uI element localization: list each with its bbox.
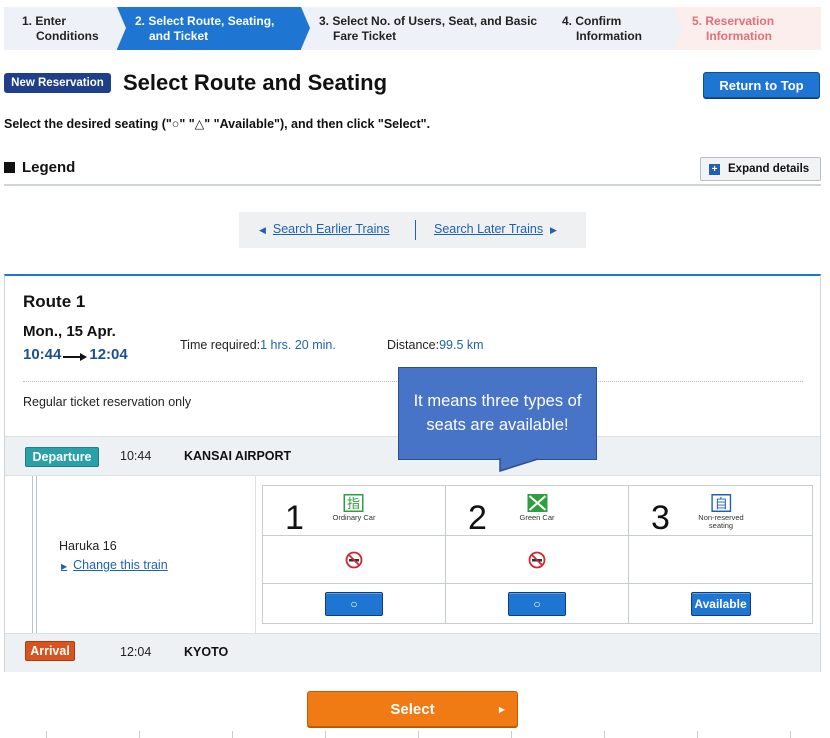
triangle-left-icon: ◀ [259, 225, 266, 235]
step-label: and Ticket [149, 28, 209, 43]
page-title: Select Route and Seating [123, 70, 388, 95]
search-later-label: Search Later Trains [434, 222, 544, 236]
arrive-time: 12:04 [89, 346, 128, 363]
departure-station: KANSAI AIRPORT [184, 449, 292, 463]
time-required-label: Time required: [180, 338, 261, 352]
non-reserved-available-button[interactable]: Available [690, 591, 751, 616]
bottom-edge [0, 731, 830, 738]
route-times: 10:44 12:04 [23, 346, 128, 363]
step-label: Information [706, 28, 772, 43]
no-smoking-icon [345, 551, 363, 568]
car-type-label: Green Car [519, 513, 555, 522]
plus-icon: + [709, 163, 720, 175]
nav-divider [415, 220, 416, 240]
arrival-tag: Arrival [25, 641, 75, 661]
instruction-text: Select the desired seating ("○" "△" "Ava… [4, 117, 431, 131]
step-enter-conditions: 1. Enter Conditions [4, 7, 126, 50]
annotation-callout: It means three types of seats are availa… [398, 367, 597, 460]
step-label: 1. Enter [22, 13, 67, 28]
step-confirm: 4. Confirm Information [544, 7, 683, 50]
search-earlier-link[interactable]: ◀ Search Earlier Trains [259, 222, 390, 236]
route-line [32, 476, 33, 633]
seat-type-number: 3 [651, 499, 670, 537]
step-label: Conditions [36, 28, 99, 43]
non-reserved-seat-icon: 自 [711, 494, 731, 512]
new-reservation-badge: New Reservation [4, 73, 111, 93]
arrow-right-icon [63, 352, 88, 362]
step-reservation-info: 5. Reservation Information [674, 7, 821, 50]
smoking-cell [263, 536, 446, 584]
depart-time: 10:44 [23, 346, 62, 363]
seat-type-number: 2 [468, 499, 487, 537]
select-button[interactable]: Select ▶ [307, 691, 518, 727]
return-to-top-button[interactable]: Return to Top [703, 72, 820, 98]
time-required-value: 1 hrs. 20 min. [260, 338, 336, 352]
expand-details-label: Expand details [728, 163, 810, 175]
step-label: Fare Ticket [333, 28, 397, 43]
legend-title: Legend [22, 159, 76, 176]
step-label: 3. Select No. of Users, Seat, and Basic [319, 13, 538, 28]
step-label: 5. Reservation [692, 13, 775, 28]
seat-availability-table: 1 指 Ordinary Car 2 Green Car 3 自 Non-res… [262, 485, 813, 624]
step-label: 4. Confirm [562, 13, 622, 28]
smoking-cell [446, 536, 629, 584]
change-train-link[interactable]: ▶ Change this train [61, 558, 168, 572]
train-search-nav: ◀ Search Earlier Trains Search Later Tra… [239, 212, 586, 248]
seat-select-cell: ○ [263, 584, 446, 623]
arrival-station: KYOTO [184, 645, 229, 659]
route-line [36, 476, 37, 633]
ordinary-seat-button[interactable]: ○ [325, 591, 383, 616]
time-required: Time required:1 hrs. 20 min. [180, 338, 336, 352]
seat-select-cell: ○ [446, 584, 629, 623]
search-later-link[interactable]: Search Later Trains ▶ [434, 222, 557, 236]
train-section: Haruka 16 ▶ Change this train 1 指 Ordinar… [5, 476, 820, 633]
step-select-users: 3. Select No. of Users, Seat, and Basic F… [301, 7, 553, 50]
legend-header: Legend + Expand details [4, 156, 821, 186]
expand-details-button[interactable]: + Expand details [700, 157, 821, 181]
departure-tag: Departure [25, 447, 99, 467]
svg-text:自: 自 [714, 497, 727, 512]
callout-line: seats are available! [426, 416, 569, 434]
distance-value: 99.5 km [439, 338, 484, 352]
seat-type-cell-ordinary: 1 指 Ordinary Car [263, 486, 446, 537]
distance-label: Distance: [387, 338, 440, 352]
route-date: Mon., 15 Apr. [23, 323, 116, 340]
divider [255, 476, 256, 633]
seat-select-cell: Available [629, 584, 812, 623]
route-title: Route 1 [23, 292, 86, 311]
green-car-icon [526, 494, 547, 512]
departure-time: 10:44 [120, 449, 152, 463]
car-type-label: Ordinary Car [332, 513, 376, 522]
select-label: Select [390, 700, 435, 718]
route-panel: Route 1 Mon., 15 Apr. 10:44 12:04 Time r… [4, 274, 821, 672]
distance: Distance:99.5 km [387, 338, 484, 352]
step-label: 2. Select Route, Seating, [135, 13, 275, 28]
square-bullet-icon [4, 162, 15, 173]
train-name: Haruka 16 [59, 539, 117, 553]
no-smoking-icon [528, 551, 546, 568]
seat-type-number: 1 [285, 499, 304, 537]
change-train-label: Change this train [73, 558, 168, 572]
arrival-row: Arrival 12:04 KYOTO [5, 633, 820, 672]
search-earlier-label: Search Earlier Trains [272, 222, 390, 236]
progress-steps: 1. Enter Conditions 2. Select Route, Seat… [4, 7, 821, 50]
seat-type-cell-nonreserved: 3 自 Non-reserved seating [629, 486, 812, 537]
arrival-time: 12:04 [120, 645, 152, 659]
step-select-route: 2. Select Route, Seating, and Ticket [117, 7, 310, 50]
route-note: Regular ticket reservation only [23, 395, 192, 409]
triangle-right-icon: ▶ [61, 562, 68, 571]
callout-line: It means three types of [413, 392, 582, 410]
svg-text:指: 指 [347, 497, 360, 512]
triangle-right-icon: ▶ [550, 225, 557, 235]
callout-pointer [499, 458, 539, 472]
seat-type-cell-green: 2 Green Car [446, 486, 629, 537]
car-type-label: seating [708, 521, 734, 530]
smoking-cell [629, 536, 812, 584]
green-seat-button[interactable]: ○ [508, 591, 566, 616]
ordinary-car-icon: 指 [344, 494, 364, 512]
triangle-right-icon: ▶ [498, 704, 505, 714]
step-label: Information [576, 28, 642, 43]
